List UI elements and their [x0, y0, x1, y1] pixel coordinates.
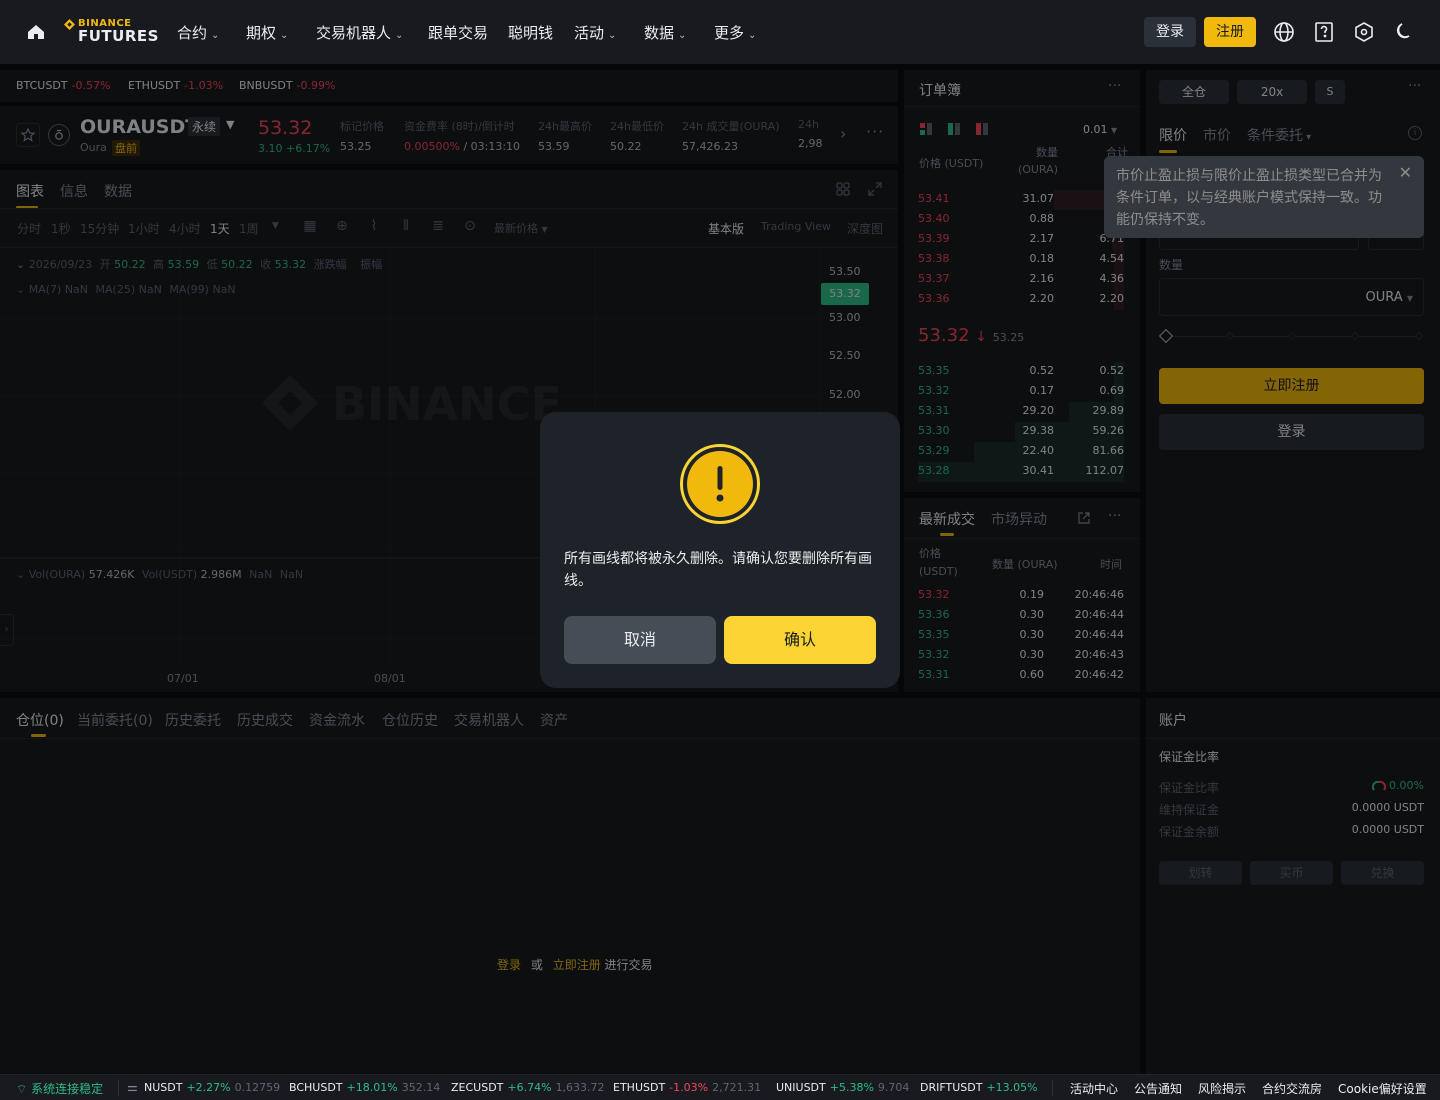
footer-link[interactable]: 活动中心 — [1070, 1080, 1118, 1097]
chevron-down-icon: ⌄ — [395, 30, 404, 41]
nav-label: 数据 — [644, 24, 675, 42]
nav-label: 交易机器人 — [316, 24, 392, 42]
nav-item[interactable]: 数据 ⌄ — [644, 22, 686, 43]
footer-ticker-item[interactable]: NUSDT +2.27% 0.12759 — [144, 1081, 280, 1094]
nav-item[interactable]: 活动 ⌄ — [574, 22, 616, 43]
chevron-down-icon: ⌄ — [608, 30, 617, 41]
chevron-down-icon: ⌄ — [678, 30, 687, 41]
footer-link[interactable]: 合约交流房 — [1262, 1080, 1322, 1097]
confirm-button[interactable]: 确认 — [724, 616, 876, 664]
nav-item[interactable]: 交易机器人 ⌄ — [316, 22, 403, 43]
nav-label: 期权 — [246, 24, 277, 42]
footer-ticker-item[interactable]: DRIFTUSDT +13.05% — [920, 1081, 1040, 1094]
footer-link[interactable]: 公告通知 — [1134, 1080, 1182, 1097]
footer: ⌔ 系统连接稳定 ⚌ NUSDT +2.27% 0.12759 BCHUSDT +18.… — [0, 1074, 1440, 1100]
nav-item[interactable]: 聪明钱 — [508, 22, 553, 43]
footer-link[interactable]: 风险揭示 — [1198, 1080, 1246, 1097]
chevron-down-icon: ⌄ — [280, 30, 289, 41]
top-header: BINANCE FUTURES 合约 ⌄ 期权 ⌄ 交易机器人 ⌄ 跟单交易 聪明钱 活动 ⌄ 数据… — [0, 0, 1440, 64]
nav-label: 活动 — [574, 24, 605, 42]
divider — [118, 1080, 119, 1096]
nav-label: 更多 — [714, 24, 745, 42]
footer-ticker-item[interactable]: ZECUSDT +6.74% 1,633.72 — [451, 1081, 605, 1094]
chevron-down-icon: ⌄ — [748, 30, 757, 41]
footer-link[interactable]: Cookie偏好设置 — [1338, 1080, 1427, 1097]
nav-item[interactable]: 合约 ⌄ — [177, 22, 219, 43]
nav-label: 聪明钱 — [508, 24, 554, 42]
home-icon[interactable] — [24, 20, 48, 44]
register-button[interactable]: 注册 — [1204, 17, 1256, 47]
dialog-message: 所有画线都将被永久删除。请确认您要删除所有画线。 — [564, 551, 872, 589]
login-button[interactable]: 登录 — [1144, 17, 1196, 47]
nav-item[interactable]: 更多 ⌄ — [714, 22, 756, 43]
warning-icon — [680, 444, 760, 524]
hexagon-icon[interactable] — [1352, 20, 1376, 44]
globe-icon[interactable] — [1272, 20, 1296, 44]
footer-ticker-item[interactable]: BCHUSDT +18.01% 352.14 — [289, 1081, 440, 1094]
nav-label: 合约 — [177, 24, 208, 42]
guide-icon[interactable] — [1312, 20, 1336, 44]
binance-futures-logo[interactable]: BINANCE FUTURES — [64, 18, 159, 45]
nav-item[interactable]: 期权 ⌄ — [246, 22, 288, 43]
divider — [1052, 1080, 1053, 1096]
sliders-icon[interactable]: ⚌ — [127, 1080, 138, 1094]
footer-ticker-item[interactable]: UNIUSDT +5.38% 9.704 — [776, 1081, 909, 1094]
cancel-button[interactable]: 取消 — [564, 616, 716, 664]
wifi-icon: ⌔ — [16, 1082, 28, 1096]
connection-status: ⌔ 系统连接稳定 — [16, 1082, 104, 1096]
nav-label: 跟单交易 — [428, 24, 489, 42]
footer-ticker: NUSDT +2.27% 0.12759 BCHUSDT +18.01% 352.14 ZE… — [144, 1075, 1040, 1100]
confirm-dialog: 所有画线都将被永久删除。请确认您要删除所有画线。 取消 确认 — [540, 412, 900, 688]
moon-icon[interactable] — [1392, 20, 1416, 44]
footer-ticker-item[interactable]: ETHUSDT -1.03% 2,721.31 — [613, 1081, 761, 1094]
nav-item[interactable]: 跟单交易 — [428, 22, 488, 43]
chevron-down-icon: ⌄ — [211, 30, 220, 41]
